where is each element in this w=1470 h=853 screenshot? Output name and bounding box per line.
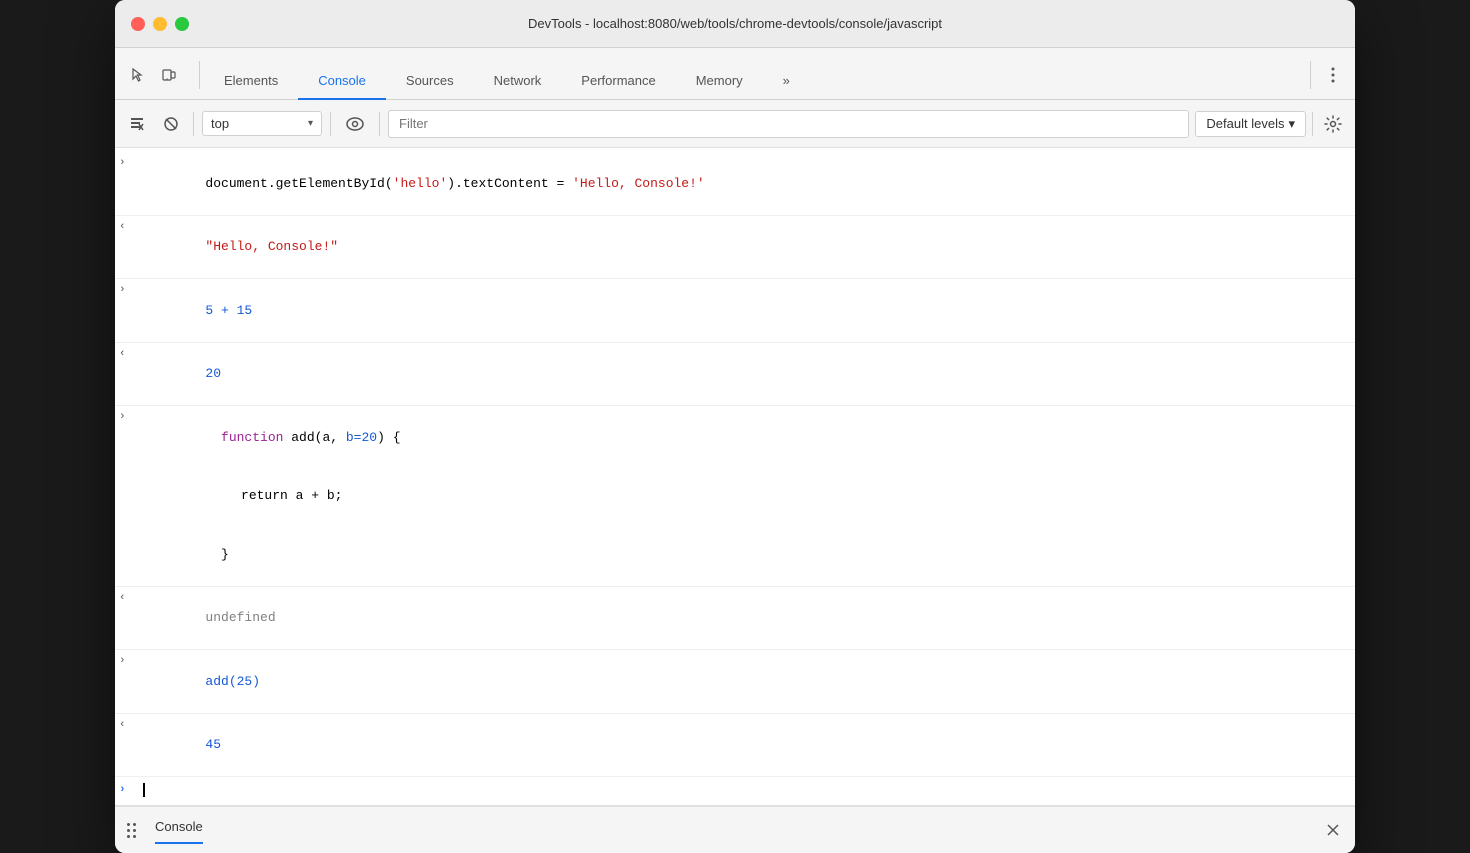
arrow-left-icon-3: ‹ — [119, 589, 143, 607]
minimize-button[interactable] — [153, 17, 167, 31]
levels-arrow-icon: ▾ — [1288, 116, 1295, 132]
active-prompt-icon: › — [119, 783, 143, 796]
settings-icon[interactable] — [1319, 110, 1347, 138]
eye-icon[interactable] — [339, 110, 371, 138]
bottom-bar: Console — [115, 805, 1355, 853]
drag-handle-icon[interactable] — [127, 820, 147, 840]
code-line-5-1: › function add(a, b=20) { — [119, 408, 401, 467]
tab-elements[interactable]: Elements — [204, 62, 298, 100]
console-code-8: 45 — [143, 716, 1347, 775]
console-line-8: ‹ 45 — [115, 714, 1355, 778]
title-bar: DevTools - localhost:8080/web/tools/chro… — [115, 0, 1355, 48]
console-code-3: 5 + 15 — [143, 281, 1347, 340]
arrow-left-icon-2: ‹ — [119, 345, 143, 363]
levels-dropdown[interactable]: Default levels ▾ — [1195, 111, 1306, 137]
tab-console[interactable]: Console — [298, 62, 386, 100]
console-code-6: undefined — [143, 589, 1347, 648]
arrow-left-icon: ‹ — [119, 218, 143, 236]
context-selector[interactable]: top ▾ — [202, 111, 322, 136]
tab-performance[interactable]: Performance — [561, 62, 675, 100]
devtools-window: DevTools - localhost:8080/web/tools/chro… — [115, 0, 1355, 853]
tab-network[interactable]: Network — [474, 62, 562, 100]
divider — [1310, 61, 1311, 89]
toolbar-left — [123, 61, 183, 99]
console-output: › document.getElementById('hello').textC… — [115, 148, 1355, 805]
console-code-4: 20 — [143, 345, 1347, 404]
console-line-3: › 5 + 15 — [115, 279, 1355, 343]
close-drawer-icon[interactable] — [1323, 820, 1343, 840]
console-code-2: "Hello, Console!" — [143, 218, 1347, 277]
console-toolbar: top ▾ Default levels ▾ — [115, 100, 1355, 148]
tab-divider — [199, 61, 200, 89]
arrow-right-icon-4: › — [119, 652, 143, 670]
arrow-right-icon: › — [119, 154, 143, 172]
code-line-5-2: › return a + b; — [119, 467, 342, 526]
toolbar-divider-3 — [379, 112, 380, 136]
console-line-4: ‹ 20 — [115, 343, 1355, 407]
console-line-1: › document.getElementById('hello').textC… — [115, 152, 1355, 216]
tab-bar: Elements Console Sources Network Perform… — [115, 48, 1355, 100]
traffic-lights — [131, 17, 189, 31]
console-line-2: ‹ "Hello, Console!" — [115, 216, 1355, 280]
console-line-6: ‹ undefined — [115, 587, 1355, 651]
device-icon[interactable] — [155, 61, 183, 89]
toolbar-right — [1306, 61, 1347, 99]
console-line-5: › function add(a, b=20) { › return a + b… — [115, 406, 1355, 587]
close-button[interactable] — [131, 17, 145, 31]
clear-console-icon[interactable] — [123, 110, 151, 138]
toolbar-divider-2 — [330, 112, 331, 136]
toolbar-divider-1 — [193, 112, 194, 136]
console-code-1: document.getElementById('hello').textCon… — [143, 154, 1347, 213]
maximize-button[interactable] — [175, 17, 189, 31]
window-title: DevTools - localhost:8080/web/tools/chro… — [528, 16, 942, 31]
tab-more[interactable]: » — [763, 62, 810, 100]
code-line-5-3: › } — [119, 525, 229, 584]
tab-sources[interactable]: Sources — [386, 62, 474, 100]
cursor-icon[interactable] — [123, 61, 151, 89]
arrow-right-icon-2: › — [119, 281, 143, 299]
console-line-7: › add(25) — [115, 650, 1355, 714]
arrow-right-icon-3: › — [119, 408, 143, 467]
console-code-7: add(25) — [143, 652, 1347, 711]
tab-memory[interactable]: Memory — [676, 62, 763, 100]
chevron-down-icon: ▾ — [308, 118, 313, 129]
bottom-console-label: Console — [155, 819, 203, 844]
arrow-left-icon-4: ‹ — [119, 716, 143, 734]
toolbar-divider-4 — [1312, 112, 1313, 136]
cursor — [143, 782, 145, 797]
filter-input[interactable] — [388, 110, 1189, 138]
console-input-line[interactable]: › — [115, 777, 1355, 801]
more-options-icon[interactable] — [1319, 61, 1347, 89]
stop-messages-icon[interactable] — [157, 110, 185, 138]
